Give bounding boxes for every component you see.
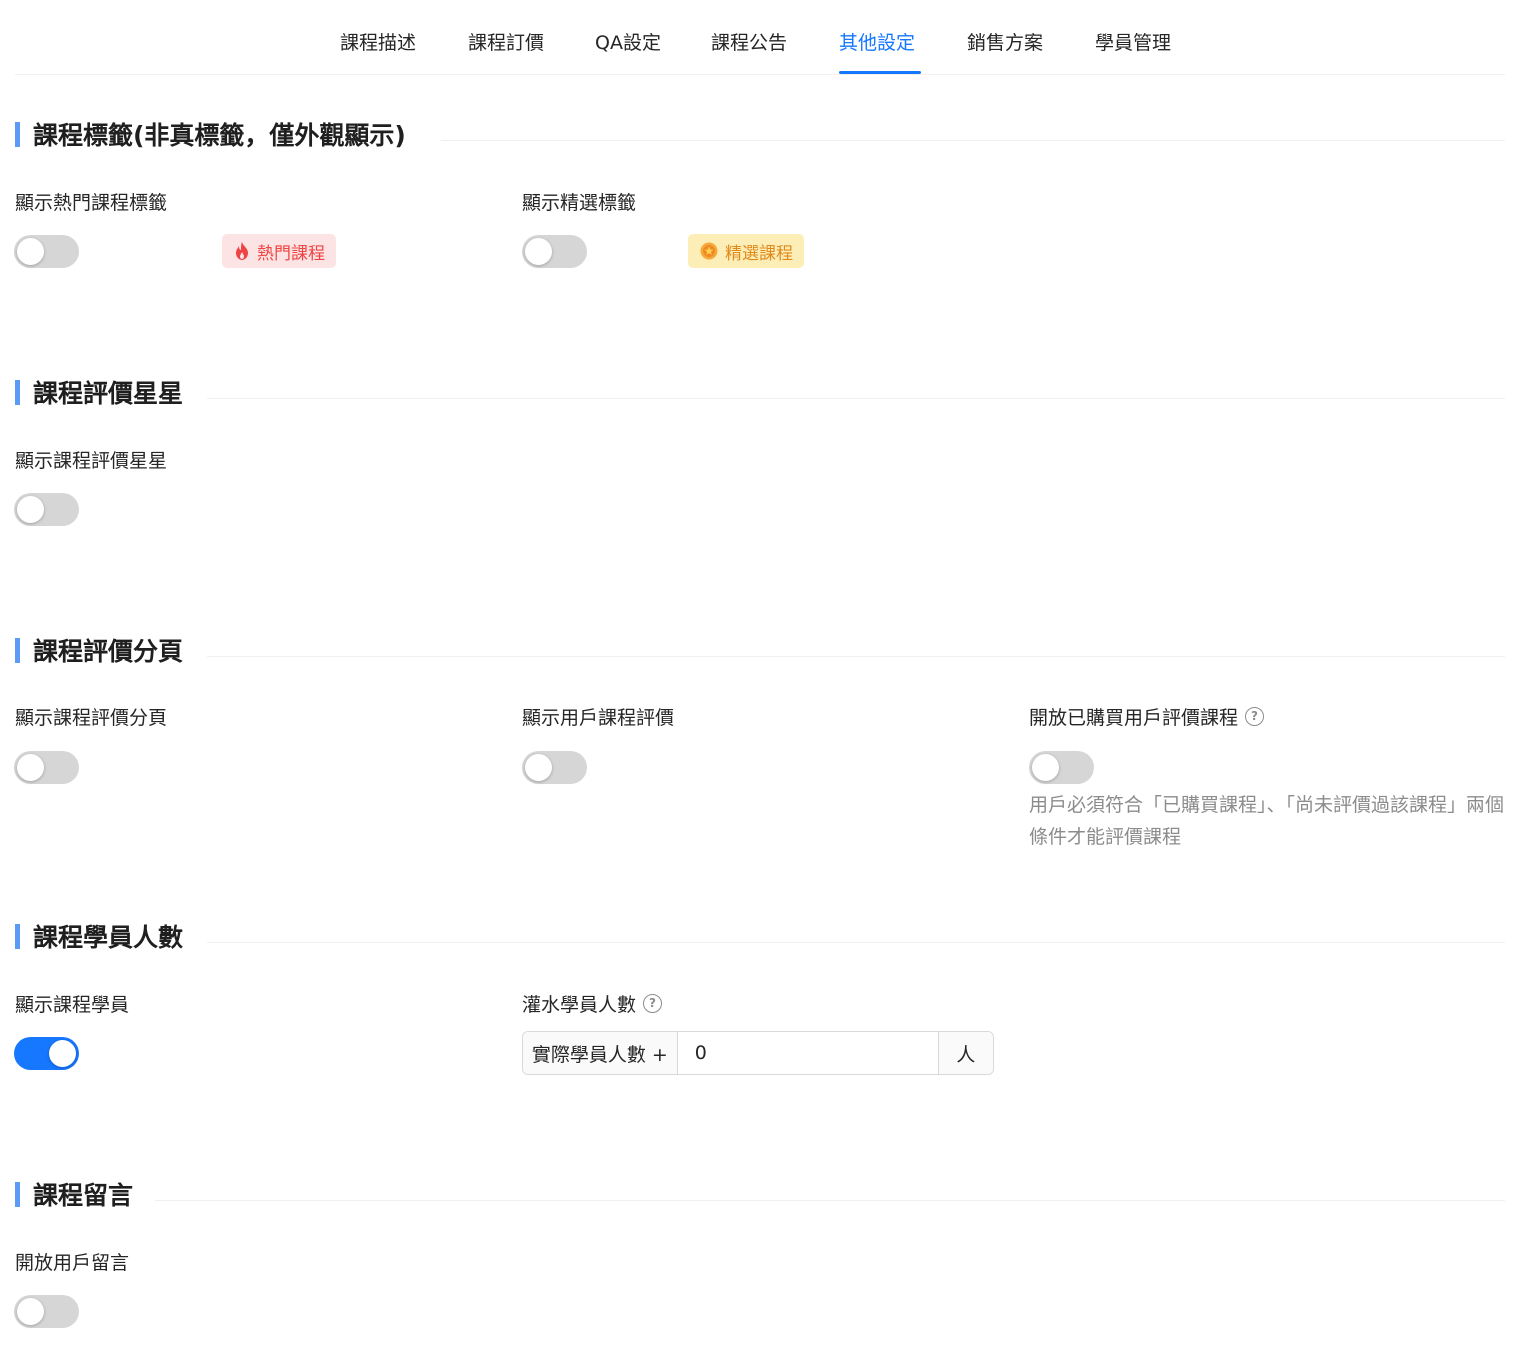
show-students-switch[interactable] <box>14 1037 79 1070</box>
section-accent-bar <box>15 379 20 405</box>
hot-tag-toggle-label: 顯示熱門課程標籤 <box>15 192 168 214</box>
switch-knob <box>49 1040 76 1067</box>
open-comments-switch[interactable] <box>14 1295 79 1328</box>
switch-knob <box>17 496 44 523</box>
section-divider <box>441 140 1505 141</box>
rating-pagination-toggle-label: 顯示課程評價分頁 <box>15 707 168 729</box>
section-accent-bar <box>15 1181 20 1207</box>
switch-knob <box>525 754 552 781</box>
tab-student-management[interactable]: 學員管理 <box>1095 28 1171 55</box>
tab-qa-settings[interactable]: QA設定 <box>595 28 661 55</box>
actual-students-addon: 實際學員人數 + <box>523 1032 678 1074</box>
padded-student-count-input[interactable] <box>677 1032 938 1074</box>
section-accent-bar <box>15 923 20 949</box>
section-course-comments-title: 課程留言 <box>15 1180 133 1210</box>
hot-tag-switch[interactable] <box>14 235 79 268</box>
section-course-tags-title: 課程標籤(非真標籤，僅外觀顯示) <box>15 120 406 150</box>
question-circle-icon[interactable]: ? <box>1245 707 1265 726</box>
tab-course-pricing[interactable]: 課程訂價 <box>468 28 544 55</box>
question-circle-icon[interactable]: ? <box>643 994 663 1013</box>
show-students-toggle-label: 顯示課程學員 <box>15 994 130 1016</box>
section-accent-bar <box>15 637 20 663</box>
section-divider <box>207 656 1505 657</box>
featured-course-tag-preview: 精選課程 <box>688 234 804 268</box>
open-purchaser-reviews-switch[interactable] <box>1029 751 1094 784</box>
switch-knob <box>1032 754 1059 781</box>
section-rating-stars-title: 課程評價星星 <box>15 378 183 408</box>
star-badge-icon <box>700 242 718 260</box>
tab-course-announcement[interactable]: 課程公告 <box>711 28 787 55</box>
hot-course-tag-preview: 熱門課程 <box>222 234 336 268</box>
section-divider <box>207 398 1505 399</box>
switch-knob <box>17 238 44 265</box>
switch-knob <box>17 754 44 781</box>
section-rating-pagination-title: 課程評價分頁 <box>15 636 183 666</box>
section-accent-bar <box>15 121 20 147</box>
rating-pagination-switch[interactable] <box>14 751 79 784</box>
rating-stars-switch[interactable] <box>14 493 79 526</box>
section-divider <box>207 942 1505 943</box>
padded-student-count-label: 灌水學員人數 ? <box>522 990 663 1017</box>
tab-course-description[interactable]: 課程描述 <box>340 28 416 55</box>
user-reviews-toggle-label: 顯示用戶課程評價 <box>522 707 675 729</box>
padded-student-count-input-group: 實際學員人數 + 人 <box>522 1031 994 1075</box>
tab-sales-plans[interactable]: 銷售方案 <box>967 28 1043 55</box>
unit-addon: 人 <box>937 1032 993 1074</box>
purchaser-reviews-hint: 用戶必須符合「已購買課程」、「尚未評價過該課程」兩個條件才能評價課程 <box>1029 794 1505 848</box>
tab-other-settings[interactable]: 其他設定 <box>839 28 915 55</box>
switch-knob <box>525 238 552 265</box>
featured-tag-toggle-label: 顯示精選標籤 <box>522 192 637 214</box>
switch-knob <box>17 1298 44 1325</box>
rating-stars-toggle-label: 顯示課程評價星星 <box>15 450 168 472</box>
open-comments-toggle-label: 開放用戶留言 <box>15 1252 130 1274</box>
featured-tag-switch[interactable] <box>522 235 587 268</box>
user-reviews-switch[interactable] <box>522 751 587 784</box>
fire-icon <box>234 242 250 260</box>
active-tab-indicator <box>839 71 921 74</box>
section-divider <box>155 1200 1505 1201</box>
settings-tabs: 課程描述 課程訂價 QA設定 課程公告 其他設定 銷售方案 學員管理 <box>15 0 1505 75</box>
section-student-count-title: 課程學員人數 <box>15 922 183 952</box>
open-purchaser-reviews-label: 開放已購買用戶評價課程 ? <box>1029 703 1265 730</box>
